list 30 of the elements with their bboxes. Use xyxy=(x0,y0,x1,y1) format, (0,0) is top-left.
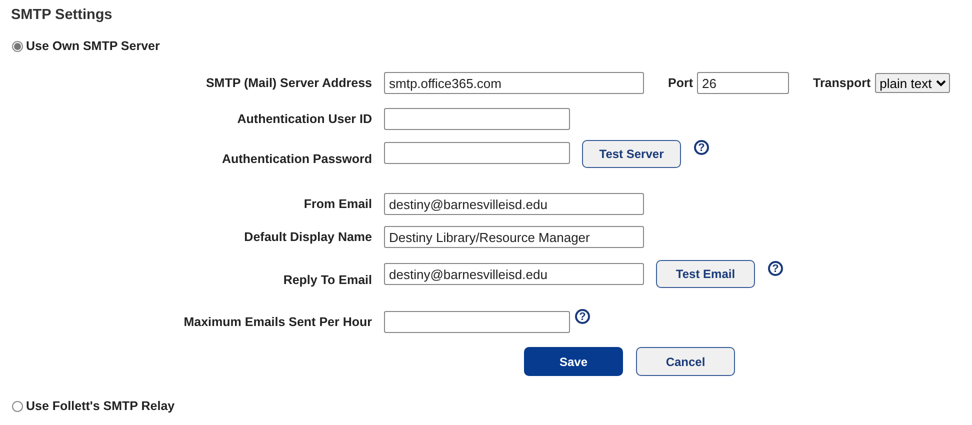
radio-label: Use Own SMTP Server xyxy=(26,39,160,53)
text-field[interactable] xyxy=(384,108,570,130)
text-field[interactable]: destiny@barnesvilleisd.edu xyxy=(384,193,644,215)
help-icon[interactable]: ? xyxy=(768,261,783,276)
text-field[interactable] xyxy=(384,311,570,333)
radio-button[interactable] xyxy=(12,400,23,412)
text-field[interactable]: smtp.office365.com xyxy=(384,72,644,94)
test-button[interactable]: Test Server xyxy=(582,140,681,168)
test-button[interactable]: Test Email xyxy=(656,260,755,288)
field-label: Default Display Name xyxy=(243,230,372,244)
field-label: From Email xyxy=(302,197,372,211)
text-field[interactable]: destiny@barnesvilleisd.edu xyxy=(384,263,644,285)
field-label: Authentication Password xyxy=(220,151,372,166)
text-field[interactable] xyxy=(384,142,570,164)
field-label: Maximum Emails Sent Per Hour xyxy=(182,315,372,329)
field-label: Port xyxy=(668,76,693,90)
field-label: Transport xyxy=(813,76,871,90)
field-label: Reply To Email xyxy=(282,272,372,287)
text-field[interactable]: Destiny Library/Resource Manager xyxy=(384,226,644,248)
save-button[interactable]: Save xyxy=(524,347,623,376)
transport-dropdown[interactable]: plain text xyxy=(874,73,950,93)
radio-label: Use Follett's SMTP Relay xyxy=(26,399,175,413)
radio-button[interactable] xyxy=(12,40,23,52)
help-icon[interactable]: ? xyxy=(694,140,709,155)
section-title: SMTP Settings xyxy=(11,7,112,23)
cancel-button[interactable]: Cancel xyxy=(636,347,735,376)
help-icon[interactable]: ? xyxy=(575,309,590,324)
port-field[interactable]: 26 xyxy=(697,72,789,94)
field-label: Authentication User ID xyxy=(236,112,372,126)
field-label: SMTP (Mail) Server Address xyxy=(204,76,372,90)
